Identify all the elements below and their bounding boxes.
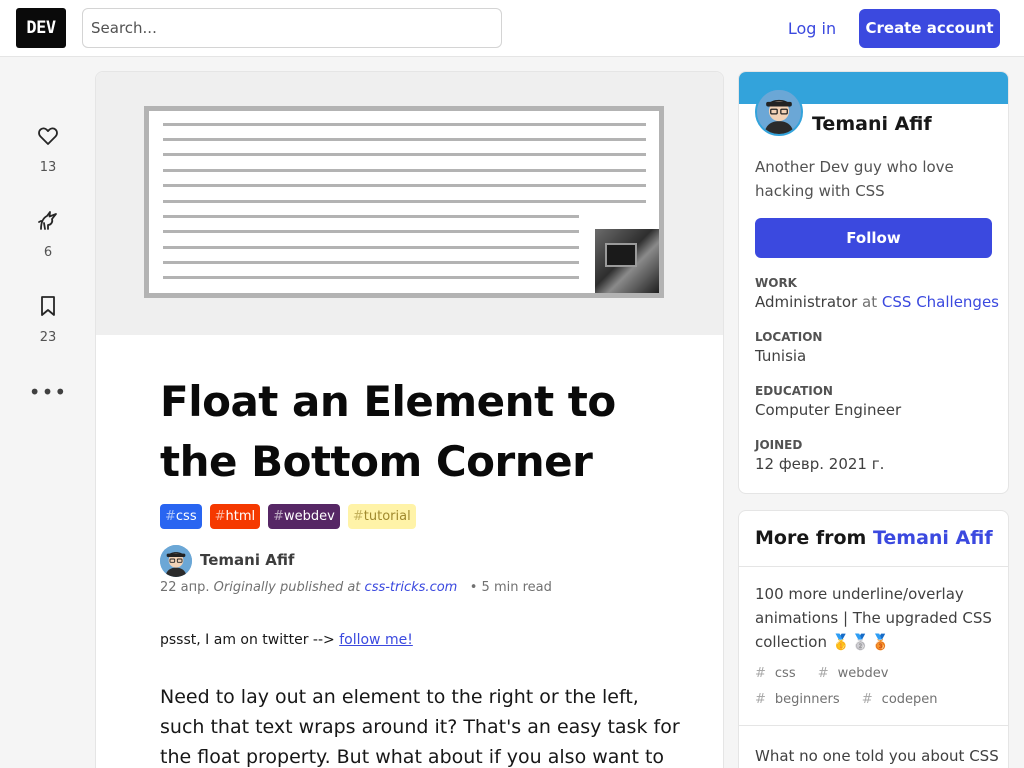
create-account-button[interactable]: Create account: [859, 9, 1000, 48]
cover-illustration: [144, 106, 664, 298]
divider: [739, 725, 1008, 726]
more-from-author-link[interactable]: Temani Afif: [873, 527, 993, 549]
joined-field: Joined 12 февр. 2021 г.: [755, 438, 1000, 473]
source-link[interactable]: css-tricks.com: [365, 580, 458, 595]
heart-icon: [38, 127, 58, 145]
profile-bio: Another Dev guy who love hacking with CS…: [755, 158, 954, 200]
article-title: Float an Element to the Bottom Corner: [160, 377, 616, 486]
follow-me-link[interactable]: follow me!: [339, 632, 413, 648]
save-count: 23: [39, 330, 57, 345]
work-label: Work: [755, 276, 797, 290]
more-options-icon[interactable]: •••: [28, 380, 68, 404]
dev-logo[interactable]: DEV: [16, 8, 66, 48]
location-value: Tunisia: [755, 347, 807, 365]
work-role: Administrator: [755, 293, 858, 311]
more-post-link[interactable]: 100 more underline/overlay animations | …: [755, 582, 995, 654]
author-name[interactable]: Temani Afif: [200, 551, 294, 569]
education-label: Education: [755, 384, 833, 398]
tag-list: #css #html #webdev #tutorial: [160, 504, 416, 529]
tag-html[interactable]: #html: [209, 504, 261, 529]
follow-button[interactable]: Follow: [755, 218, 992, 258]
post-tag[interactable]: # webdev: [818, 661, 898, 687]
medals-emoji: 🥇🥈🥉: [831, 633, 891, 651]
work-at: at: [862, 293, 878, 311]
location-label: Location: [755, 330, 823, 344]
post-tag[interactable]: # css: [755, 661, 805, 687]
education-value: Computer Engineer: [755, 401, 902, 419]
post-date: 22 апр.: [160, 580, 210, 595]
read-time: 5 min read: [481, 580, 552, 595]
location-field: Location Tunisia: [755, 330, 1000, 365]
more-from-heading: More from Temani Afif: [739, 511, 1008, 567]
post-tag[interactable]: # beginners: [755, 687, 849, 713]
joined-label: Joined: [755, 438, 803, 452]
bookmark-icon: [41, 296, 55, 316]
post-tag[interactable]: # codepen: [862, 687, 947, 713]
avatar-icon: [160, 545, 192, 577]
save-reaction[interactable]: 23: [24, 294, 72, 345]
unicorn-reaction[interactable]: 6: [24, 209, 72, 260]
article-intro: Need to lay out an element to the right …: [160, 686, 680, 768]
login-button[interactable]: Log in: [774, 9, 850, 49]
unicorn-icon: [38, 211, 57, 230]
byline: Temani Afif: [160, 545, 680, 585]
cover-image: [96, 72, 723, 335]
top-bar: DEV Log in Create account: [0, 0, 1024, 57]
work-organization-link[interactable]: CSS Challenges: [882, 293, 999, 311]
more-from-card: More from Temani Afif 100 more underline…: [738, 510, 1009, 768]
like-reaction[interactable]: 13: [24, 124, 72, 175]
tag-css[interactable]: #css: [160, 504, 202, 529]
profile-name[interactable]: Temani Afif: [812, 113, 932, 135]
cover-photo-thumbnail: [595, 229, 659, 293]
unicorn-count: 6: [43, 245, 53, 260]
author-profile-card: Temani Afif Another Dev guy who love hac…: [738, 71, 1009, 494]
more-post-tags: # css # webdev # beginners # codepen: [755, 661, 995, 713]
originally-published-label: Originally published at: [213, 580, 361, 595]
education-field: Education Computer Engineer: [755, 384, 1000, 419]
post-meta: 22 апр. Originally published at css-tric…: [160, 580, 552, 595]
author-avatar[interactable]: [160, 545, 192, 577]
joined-value: 12 февр. 2021 г.: [755, 455, 885, 473]
like-count: 13: [39, 160, 57, 175]
work-field: Work Administrator at CSS Challenges: [755, 276, 1000, 311]
twitter-paragraph: pssst, I am on twitter --> follow me!: [160, 632, 413, 648]
profile-avatar[interactable]: [755, 88, 803, 136]
more-post-link[interactable]: What no one told you about CSS: [755, 744, 1000, 768]
article-card: Float an Element to the Bottom Corner #c…: [95, 71, 724, 768]
avatar-icon: [757, 90, 801, 134]
tag-tutorial[interactable]: #tutorial: [347, 504, 416, 529]
tag-webdev[interactable]: #webdev: [268, 504, 340, 529]
search-input[interactable]: [82, 8, 502, 48]
